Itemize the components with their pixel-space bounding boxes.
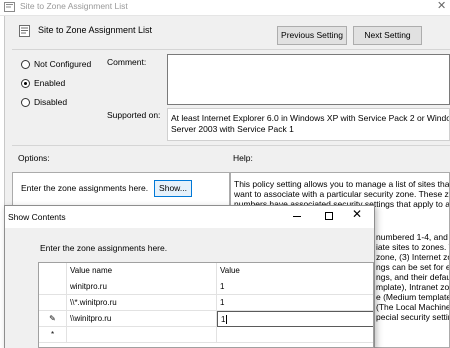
radio-circle-selected[interactable]: [21, 79, 30, 88]
radio-label: Not Configured: [34, 59, 92, 69]
policy-window-icon: [4, 2, 15, 12]
help-line: want to associate with a particular secu…: [234, 189, 450, 199]
supported-on-box: At least Internet Explorer 6.0 in Window…: [167, 108, 450, 141]
show-contents-dialog: Show Contents ✕ Enter the zone assignmen…: [4, 205, 375, 348]
column-header-value-name[interactable]: Value name: [67, 263, 217, 279]
setting-title: Site to Zone Assignment List: [38, 25, 153, 35]
value-cell[interactable]: 1: [217, 279, 373, 295]
options-label: Options:: [18, 153, 50, 163]
supported-on-label: Supported on:: [107, 110, 161, 120]
value-name-cell[interactable]: \\*.winitpro.ru: [67, 295, 217, 311]
radio-circle[interactable]: [21, 60, 30, 69]
help-line: zone, (3) Internet zon: [376, 252, 450, 262]
dialog-body: Enter the zone assignments here. Value n…: [5, 228, 374, 348]
next-setting-button[interactable]: Next Setting: [353, 26, 422, 45]
value-cell-editing[interactable]: 1: [217, 311, 373, 327]
row-indicator: [39, 295, 67, 311]
table-row[interactable]: \\*.winitpro.ru 1: [39, 295, 373, 311]
dialog-prompt: Enter the zone assignments here.: [40, 243, 168, 253]
previous-setting-button[interactable]: Previous Setting: [277, 26, 347, 45]
header-divider: [12, 49, 450, 50]
comment-textarea[interactable]: [167, 54, 450, 105]
help-line: ngs can be set for eac: [376, 262, 449, 272]
help-line: iate sites to zones. Th: [376, 242, 449, 252]
minimize-icon[interactable]: [291, 210, 303, 222]
table-row-editing[interactable]: ✎ \\winitpro.ru 1: [39, 311, 373, 327]
table-row-new[interactable]: *: [39, 327, 373, 343]
radio-circle[interactable]: [21, 98, 30, 107]
value-name-cell[interactable]: winitpro.ru: [67, 279, 217, 295]
window-title: Site to Zone Assignment List: [20, 1, 128, 11]
value-cell[interactable]: 1: [217, 295, 373, 311]
show-button[interactable]: Show...: [154, 180, 192, 197]
value-grid: Value name Value winitpro.ru 1 \\*.winit…: [38, 262, 374, 348]
window-titlebar: Site to Zone Assignment List ✕: [0, 0, 450, 16]
supported-on-line: Server 2003 with Service Pack 1: [171, 124, 294, 134]
section-divider: [12, 145, 450, 146]
zone-assignments-label: Enter the zone assignments here.: [21, 183, 149, 193]
radio-label: Enabled: [34, 78, 66, 88]
maximize-icon[interactable]: [323, 210, 335, 222]
radio-label: Disabled: [34, 97, 68, 107]
help-line: mplate), Intranet zon: [376, 282, 450, 292]
dialog-close-button[interactable]: ✕: [352, 207, 362, 221]
column-header-value[interactable]: Value: [217, 263, 373, 279]
help-line: e (Medium template): [376, 292, 450, 302]
window-close-button[interactable]: ✕: [437, 0, 446, 12]
grid-corner: [39, 263, 67, 279]
help-line: This policy setting allows you to manage…: [234, 179, 450, 189]
policy-setting-icon: [19, 25, 30, 37]
value-name-cell[interactable]: \\winitpro.ru: [67, 311, 217, 327]
dialog-title: Show Contents: [8, 212, 66, 222]
help-line: (The Local Machine z: [376, 302, 450, 312]
grid-header-row: Value name Value: [39, 263, 373, 279]
table-row[interactable]: winitpro.ru 1: [39, 279, 373, 295]
comment-label: Comment:: [107, 57, 147, 67]
text-caret: [226, 315, 228, 325]
help-line: numbered 1-4, and th: [376, 232, 450, 242]
help-line: pecial security setting: [376, 312, 450, 322]
value-cell-text: 1: [221, 315, 226, 324]
row-indicator: [39, 279, 67, 295]
edit-pencil-icon: ✎: [39, 311, 67, 327]
value-cell[interactable]: [217, 327, 373, 343]
help-label: Help:: [233, 153, 253, 163]
value-name-cell[interactable]: [67, 327, 217, 343]
new-row-indicator: *: [39, 327, 67, 343]
help-line: ngs, and their default: [376, 272, 450, 282]
supported-on-line: At least Internet Explorer 6.0 in Window…: [171, 113, 450, 123]
